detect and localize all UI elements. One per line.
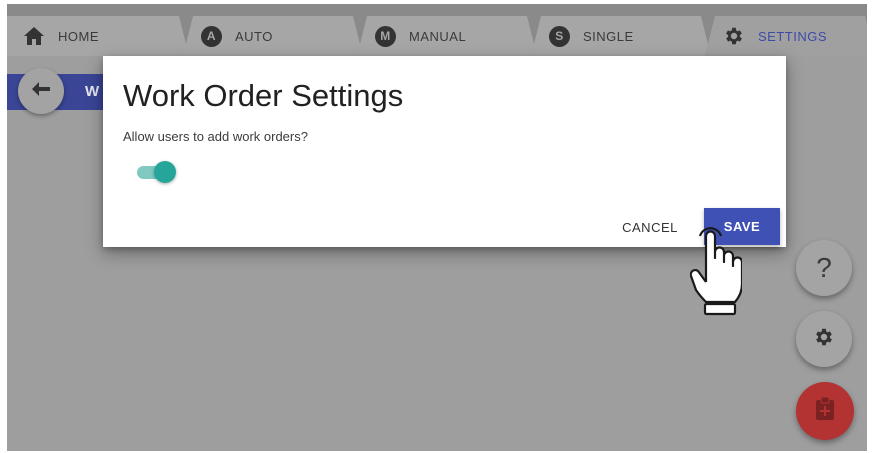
tab-auto[interactable]: A AUTO (183, 16, 363, 56)
cancel-button[interactable]: CANCEL (617, 213, 683, 241)
gear-icon (723, 25, 745, 47)
tab-bar: HOME A AUTO M MANUAL S SINGLE SETTINGS (7, 4, 867, 55)
home-icon (23, 26, 45, 46)
tab-auto-label: AUTO (235, 28, 273, 44)
gear-icon (813, 326, 835, 353)
app-window: HOME A AUTO M MANUAL S SINGLE SETTINGS W… (7, 4, 867, 451)
tab-manual-label: MANUAL (409, 28, 467, 44)
tab-settings[interactable]: SETTINGS (705, 16, 867, 56)
question-icon: ? (816, 252, 832, 283)
tab-home[interactable]: HOME (7, 16, 189, 56)
dialog-title: Work Order Settings (123, 78, 404, 113)
clipboard-plus-icon (815, 396, 835, 426)
manual-icon: M (375, 26, 396, 47)
single-icon: S (549, 26, 570, 47)
help-button[interactable]: ? (796, 240, 852, 296)
back-button[interactable] (18, 68, 64, 114)
toggle-thumb (154, 161, 176, 183)
arrow-left-icon (32, 81, 50, 101)
tab-manual[interactable]: M MANUAL (357, 16, 537, 56)
auto-icon: A (201, 26, 222, 47)
tab-home-label: HOME (58, 28, 99, 44)
tab-settings-label: SETTINGS (758, 28, 828, 44)
allow-add-work-orders-label: Allow users to add work orders? (123, 129, 308, 144)
allow-add-work-orders-toggle[interactable] (137, 161, 177, 183)
page-title-partial: W (85, 83, 100, 100)
work-order-settings-dialog: Work Order Settings Allow users to add w… (103, 56, 786, 247)
tab-single-label: SINGLE (583, 28, 634, 44)
pointer-hand-icon (690, 227, 742, 316)
add-work-order-button[interactable] (796, 382, 854, 440)
tab-single[interactable]: S SINGLE (531, 16, 711, 56)
settings-fab-button[interactable] (796, 311, 852, 367)
